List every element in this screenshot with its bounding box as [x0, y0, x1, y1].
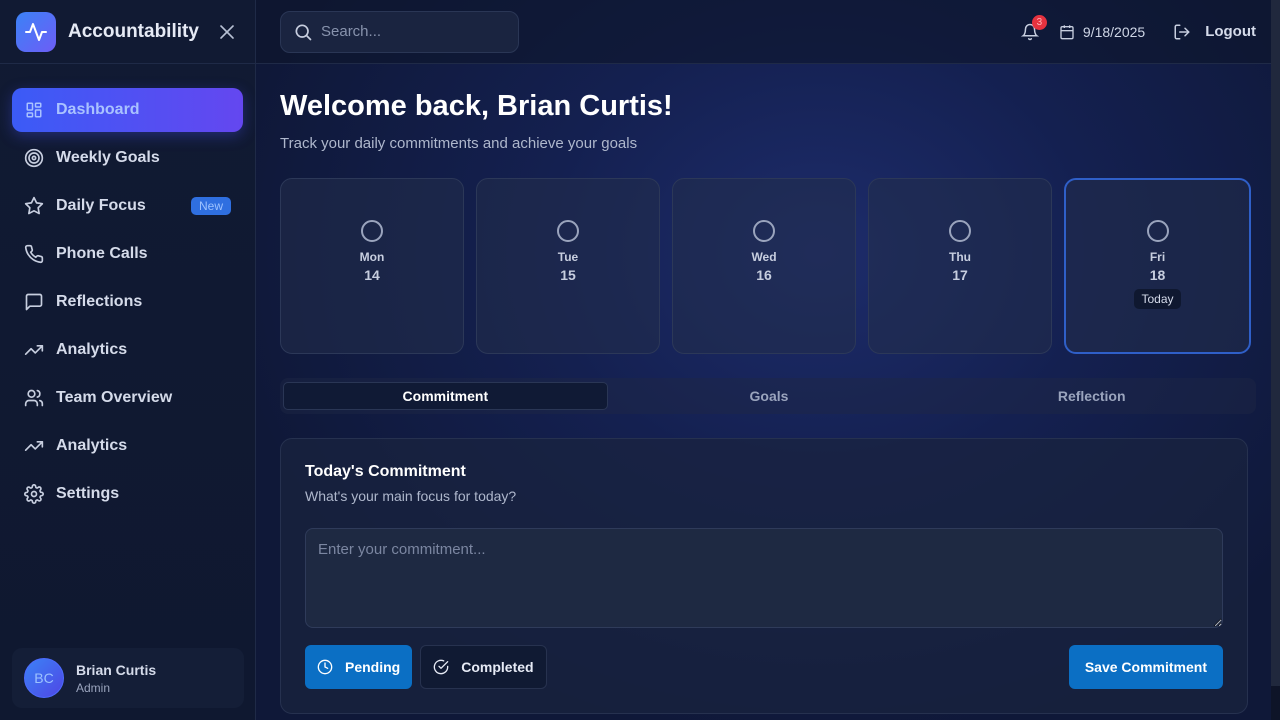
check-circle-icon [433, 659, 449, 675]
sidebar-item-label: Dashboard [56, 101, 140, 118]
clock-icon [317, 659, 333, 675]
save-commitment-button[interactable]: Save Commitment [1068, 645, 1223, 689]
logout-label: Logout [1205, 23, 1256, 40]
sidebar-item-daily-focus[interactable]: Daily Focus New [12, 184, 243, 228]
day-name: Thu [949, 250, 971, 264]
tabs: Commitment Goals Reflection [280, 378, 1256, 414]
completed-label: Completed [461, 659, 534, 675]
trending-up-icon [24, 340, 44, 360]
sidebar-item-dashboard[interactable]: Dashboard [12, 88, 243, 132]
users-icon [24, 388, 44, 408]
sidebar-item-label: Analytics [56, 437, 128, 454]
message-square-icon [24, 292, 44, 312]
pending-button[interactable]: Pending [305, 645, 413, 689]
card-actions: Pending Completed Save Commitment [305, 645, 1223, 689]
card-subtitle: What's your main focus for today? [305, 488, 517, 504]
user-info: Brian Curtis Admin [76, 662, 156, 695]
close-icon [220, 24, 234, 39]
commitment-card: Today's Commitment What's your main focu… [280, 438, 1248, 714]
sidebar-item-label: Analytics [56, 341, 128, 358]
current-date: 9/18/2025 [1059, 24, 1145, 40]
dashboard-icon [24, 100, 44, 120]
user-card[interactable]: BC Brian Curtis Admin [12, 648, 244, 708]
gear-icon [24, 484, 44, 504]
new-badge: New [190, 197, 231, 215]
day-card-mon[interactable]: Mon 14 [280, 178, 464, 354]
status-circle-icon [557, 220, 579, 242]
day-number: 17 [952, 267, 968, 283]
dashboard-content: Welcome back, Brian Curtis! Track your d… [256, 64, 1280, 714]
sidebar-header: Accountability [0, 0, 255, 64]
day-name: Tue [557, 250, 579, 264]
today-badge: Today [1134, 289, 1181, 309]
week-days: Mon 14 Tue 15 Wed 16 Thu 17 Fri 18 Today [280, 178, 1256, 354]
sidebar-nav: Dashboard Weekly Goals Daily Focus New P… [0, 64, 255, 516]
tab-goals[interactable]: Goals [608, 382, 931, 410]
search-input[interactable] [321, 23, 501, 40]
day-number: 15 [560, 267, 576, 283]
tab-reflection[interactable]: Reflection [930, 382, 1253, 410]
star-icon [24, 196, 44, 216]
sidebar-item-label: Phone Calls [56, 245, 148, 262]
day-number: 14 [364, 267, 380, 283]
sidebar: Accountability Dashboard Weekly Goals Da… [0, 0, 256, 720]
sidebar-item-analytics[interactable]: Analytics [12, 328, 243, 372]
status-circle-icon [753, 220, 775, 242]
close-sidebar-button[interactable] [215, 20, 239, 44]
notification-count-badge: 3 [1031, 14, 1047, 30]
day-card-tue[interactable]: Tue 15 [476, 178, 660, 354]
day-card-fri[interactable]: Fri 18 Today [1064, 178, 1251, 354]
day-card-wed[interactable]: Wed 16 [672, 178, 856, 354]
sidebar-item-label: Weekly Goals [56, 149, 160, 166]
main-area: 3 9/18/2025 Logout Welcome back, Brian C… [256, 0, 1280, 720]
status-circle-icon [361, 220, 383, 242]
card-title: Today's Commitment [305, 463, 466, 480]
commitment-input[interactable] [305, 528, 1223, 628]
day-card-thu[interactable]: Thu 17 [868, 178, 1052, 354]
sidebar-item-label: Daily Focus [56, 197, 146, 214]
target-icon [24, 148, 44, 168]
logout-icon [1174, 24, 1190, 39]
status-circle-icon [1146, 220, 1169, 242]
phone-icon [24, 244, 44, 264]
sidebar-item-reflections[interactable]: Reflections [12, 280, 243, 324]
scrollbar[interactable] [1271, 0, 1280, 720]
logout-button[interactable]: Logout [1173, 23, 1256, 41]
app-title: Accountability [68, 20, 199, 42]
topbar: 3 9/18/2025 Logout [256, 0, 1280, 64]
sidebar-item-team-overview[interactable]: Team Overview [12, 376, 243, 420]
day-name: Wed [751, 250, 777, 264]
activity-logo-icon [16, 11, 56, 52]
trending-up-icon [24, 436, 44, 456]
sidebar-item-settings[interactable]: Settings [12, 472, 243, 516]
user-role: Admin [76, 680, 111, 695]
sidebar-item-analytics-2[interactable]: Analytics [12, 424, 243, 468]
status-circle-icon [949, 220, 971, 242]
notifications-button[interactable]: 3 [1019, 14, 1047, 43]
topbar-right: 3 9/18/2025 Logout [1019, 14, 1256, 43]
scrollbar-thumb[interactable] [1271, 0, 1280, 686]
date-text: 9/18/2025 [1082, 23, 1146, 40]
search-icon [295, 24, 312, 40]
page-subtitle: Track your daily commitments and achieve… [280, 135, 638, 152]
day-name: Fri [1149, 250, 1166, 264]
day-number: 18 [1149, 267, 1166, 283]
sidebar-item-label: Reflections [56, 293, 143, 310]
app-root: Accountability Dashboard Weekly Goals Da… [0, 0, 1280, 720]
completed-button[interactable]: Completed [420, 645, 547, 689]
search-box[interactable] [280, 10, 519, 53]
pending-label: Pending [345, 659, 401, 675]
sidebar-item-phone-calls[interactable]: Phone Calls [12, 232, 243, 276]
sidebar-item-weekly-goals[interactable]: Weekly Goals [12, 136, 243, 180]
sidebar-item-label: Team Overview [56, 389, 173, 406]
sidebar-item-label: Settings [56, 485, 120, 502]
day-number: 16 [756, 267, 772, 283]
tab-commitment[interactable]: Commitment [283, 382, 608, 410]
avatar: BC [24, 658, 64, 698]
user-name: Brian Curtis [76, 661, 157, 678]
calendar-icon [1060, 24, 1074, 39]
page-title: Welcome back, Brian Curtis! [280, 90, 673, 122]
day-name: Mon [359, 250, 385, 264]
